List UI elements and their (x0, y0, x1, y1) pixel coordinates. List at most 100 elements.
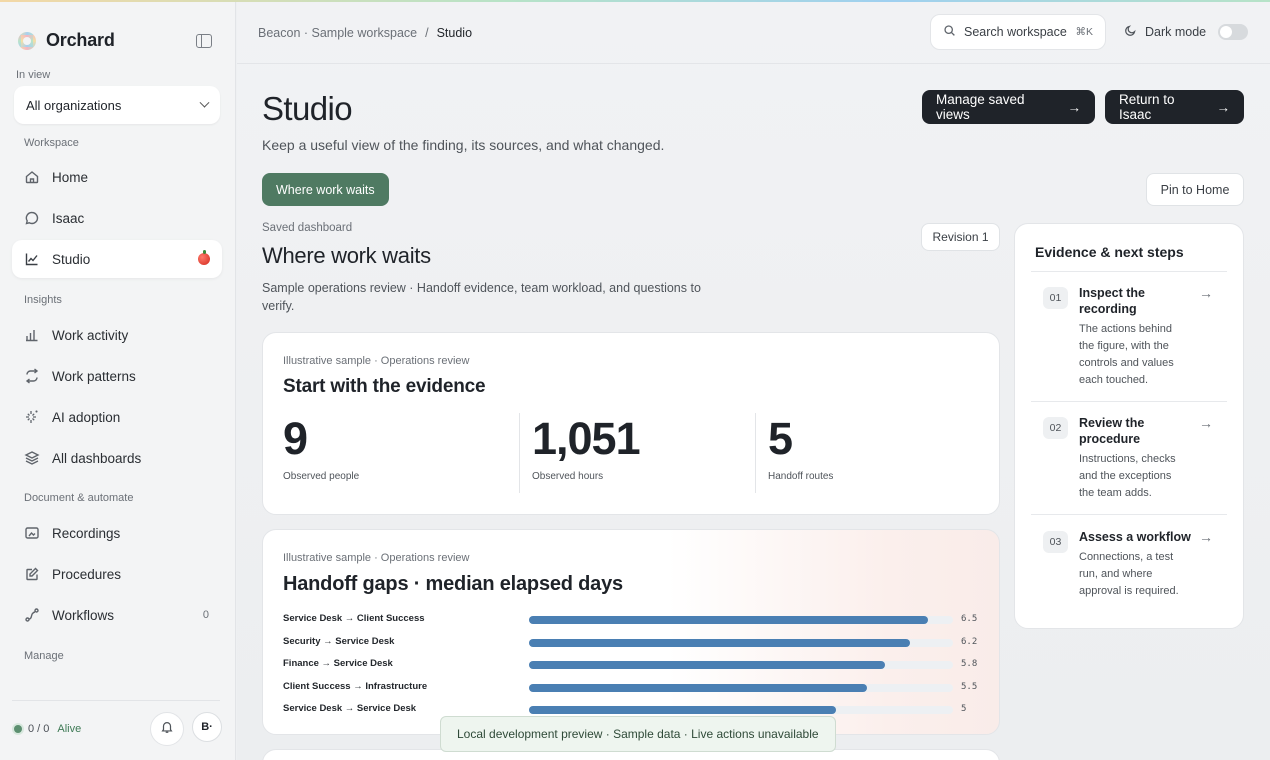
bar-value: 6.5 (961, 614, 978, 624)
page-subtitle: Keep a useful view of the finding, its s… (262, 137, 665, 153)
return-to-isaac-button[interactable]: Return to Isaac → (1105, 90, 1244, 124)
search-icon (943, 24, 956, 40)
sidebar-item-work-activity[interactable]: Work activity (12, 316, 222, 354)
panel-title: Evidence & next steps (1035, 244, 1184, 260)
sidebar-item-workflows[interactable]: Workflows 0 (12, 596, 222, 634)
sidebar-item-recordings[interactable]: Recordings (12, 514, 222, 552)
revision-badge[interactable]: Revision 1 (921, 223, 1000, 251)
workflow-icon (24, 607, 40, 623)
bar-fill (529, 616, 928, 624)
dark-mode-switch[interactable] (1218, 24, 1249, 40)
pin-to-home-button[interactable]: Pin to Home (1146, 173, 1244, 206)
step-review-procedure[interactable]: 02 Review the procedure Instructions, ch… (1031, 415, 1227, 515)
divider (1031, 401, 1227, 402)
bar-chart-icon (24, 327, 40, 343)
sidebar-item-work-patterns[interactable]: Work patterns (12, 357, 222, 395)
sidebar-item-studio[interactable]: Studio (12, 240, 222, 278)
top-accent-stripe (0, 0, 1270, 2)
sidebar-footer: 0 / 0 Alive B· (12, 700, 222, 760)
metric-label: Observed hours (532, 471, 604, 482)
sidebar-item-isaac[interactable]: Isaac (12, 199, 222, 237)
step-description: Connections, a test run, and where appro… (1079, 551, 1179, 597)
top-header: Beacon · Sample workspace / Studio Searc… (237, 2, 1270, 64)
arrow-right-icon: → (1199, 529, 1213, 545)
divider (1031, 271, 1227, 272)
evidence-card: Illustrative sample · Operations review … (262, 332, 1000, 515)
bar-track (529, 661, 953, 669)
bar-label: Client Success → Infrastructure (283, 680, 428, 692)
metric-label: Handoff routes (768, 471, 834, 482)
bar-fill (529, 706, 836, 714)
organization-select-value: All organizations (26, 97, 122, 113)
page-title: Studio (262, 90, 353, 127)
section-workspace: Workspace (24, 137, 79, 149)
handoff-gaps-card: Illustrative sample · Operations review … (262, 529, 1000, 735)
edit-document-icon (24, 566, 40, 582)
breadcrumb-root[interactable]: Beacon · Sample workspace (258, 26, 417, 40)
user-avatar[interactable]: B· (192, 712, 222, 742)
step-assess-workflow[interactable]: 03 Assess a workflow Connections, a test… (1031, 529, 1227, 609)
bar-row: Security → Service Desk 6.2 (283, 636, 983, 650)
manage-saved-views-button[interactable]: Manage saved views → (922, 90, 1095, 124)
sidebar-item-label: Work patterns (52, 368, 136, 384)
dark-mode-toggle[interactable]: Dark mode (1124, 24, 1249, 40)
bar-row: Service Desk → Service Desk 5 (283, 703, 983, 717)
bar-row: Finance → Service Desk 5.8 (283, 658, 983, 672)
bar-label: Service Desk → Service Desk (283, 703, 417, 714)
search-input[interactable]: Search workspace ⌘K (930, 14, 1106, 50)
arrow-right-icon: → (1216, 99, 1231, 115)
card-kicker: Illustrative sample · Operations review (283, 355, 470, 367)
metric-handoff-routes: 5 Handoff routes (768, 413, 833, 482)
step-inspect-recording[interactable]: 01 Inspect the recording The actions beh… (1031, 285, 1227, 395)
in-view-label: In view (16, 69, 51, 81)
search-placeholder: Search workspace (964, 25, 1067, 39)
breadcrumb-current: Studio (436, 26, 473, 40)
bar-label: Service Desk → Client Success (283, 613, 425, 624)
organization-select[interactable]: All organizations (14, 86, 220, 124)
button-label: Manage saved views (936, 92, 1025, 122)
arrow-right-icon: → (1199, 285, 1213, 301)
brand[interactable]: Orchard (18, 30, 115, 51)
sidebar-item-all-dashboards[interactable]: All dashboards (12, 439, 222, 477)
bar-value: 5 (961, 704, 967, 714)
sidebar-item-label: Workflows (52, 607, 115, 623)
saved-dashboard-label: Saved dashboard (262, 222, 353, 234)
section-manage: Manage (24, 650, 64, 662)
step-number: 03 (1043, 531, 1068, 553)
sidebar-item-label: AI adoption (52, 409, 121, 425)
bar-fill (529, 638, 910, 647)
metric-observed-people: 9 Observed people (283, 413, 359, 482)
layers-icon (24, 450, 40, 466)
sidebar-item-home[interactable]: Home (12, 158, 222, 196)
orchard-logo-icon (18, 31, 36, 50)
bar-row: Service Desk → Client Success 6.5 (283, 613, 983, 627)
brand-name: Orchard (46, 30, 115, 50)
card-kicker: Illustrative sample · Operations review (283, 552, 470, 564)
workflows-count: 0 (202, 609, 209, 621)
sidebar-item-label: Studio (52, 251, 91, 267)
bell-icon (160, 720, 174, 739)
button-label: Return to Isaac (1119, 92, 1175, 122)
sidebar-item-ai-adoption[interactable]: AI adoption (12, 398, 222, 436)
notifications-button[interactable] (150, 712, 184, 746)
sidebar-collapse-icon[interactable] (196, 34, 212, 48)
preview-toast: Local development preview · Sample data … (440, 716, 836, 752)
step-number: 02 (1043, 417, 1068, 439)
metric-divider (519, 413, 520, 493)
bar-fill (529, 661, 885, 669)
chevron-down-icon (199, 97, 210, 108)
dark-mode-label: Dark mode (1145, 25, 1207, 39)
bar-fill (529, 683, 867, 692)
dashboard-description: Sample operations review · Handoff evide… (262, 281, 701, 313)
metric-observed-hours: 1,051 Observed hours (532, 413, 641, 482)
step-description: The actions behind the figure, with the … (1079, 323, 1174, 386)
step-name: Inspect the recording (1079, 286, 1145, 316)
step-name: Review the procedure (1079, 416, 1145, 446)
sidebar-item-procedures[interactable]: Procedures (12, 555, 222, 593)
dashboard-chip-where-work-waits[interactable]: Where work waits (262, 173, 389, 206)
card-title: Start with the evidence (283, 376, 486, 397)
step-description: Instructions, checks and the exceptions … (1079, 453, 1176, 499)
step-name: Assess a workflow (1079, 530, 1191, 544)
sidebar-item-label: Isaac (52, 210, 85, 226)
metric-value: 5 (768, 413, 793, 464)
